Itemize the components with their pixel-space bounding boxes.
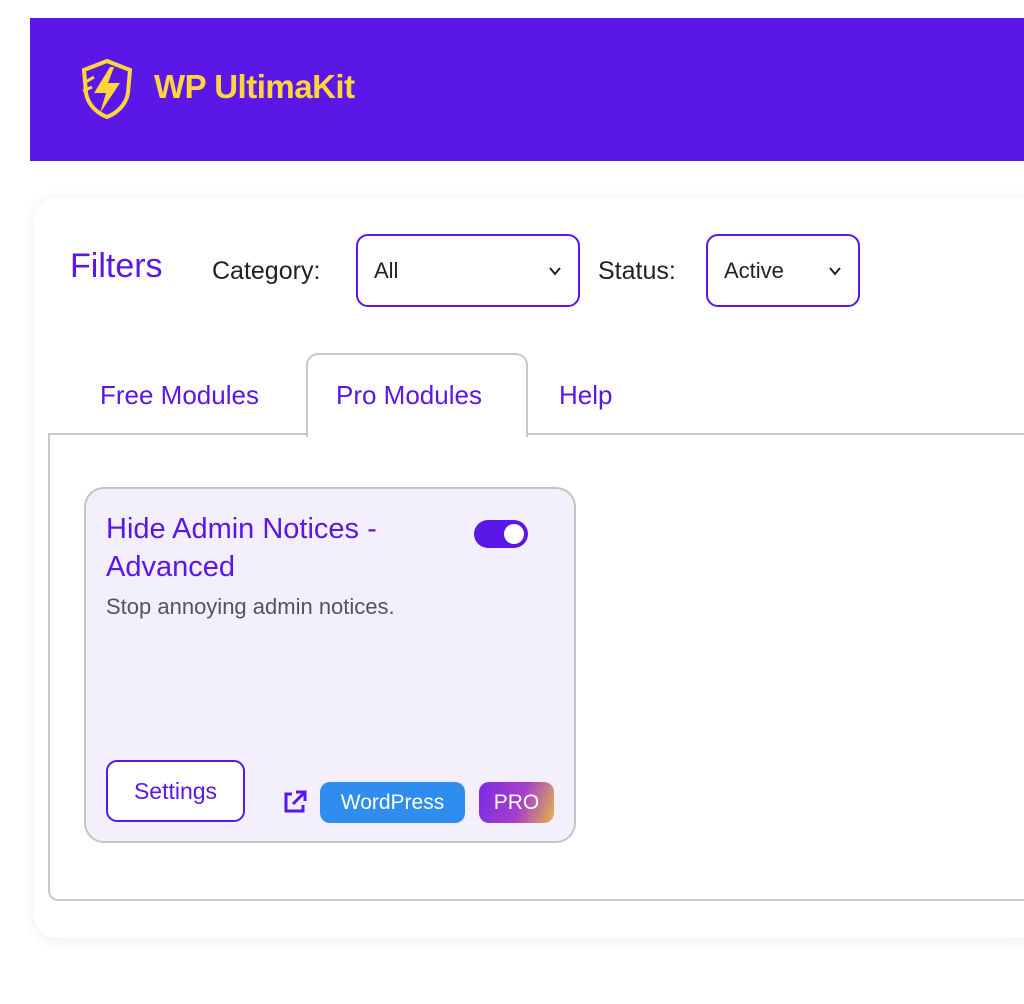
external-link-icon[interactable]: [282, 789, 308, 815]
module-enabled-toggle[interactable]: [474, 520, 528, 548]
category-select[interactable]: All: [356, 234, 580, 307]
module-settings-button[interactable]: Settings: [106, 760, 245, 822]
page: WP UltimaKit Filters Category: All Statu…: [0, 0, 1024, 1004]
status-select[interactable]: Active: [706, 234, 860, 307]
shield-bolt-logo-icon: [81, 59, 133, 119]
category-label: Category:: [212, 257, 321, 285]
chevron-down-icon: [549, 267, 561, 276]
tab-pro-modules[interactable]: Pro Modules: [336, 380, 482, 411]
module-description: Stop annoying admin notices.: [106, 594, 395, 619]
tag-badge-wordpress: WordPress: [320, 782, 465, 823]
chevron-down-icon: [829, 267, 841, 276]
status-select-value: Active: [724, 257, 784, 283]
app-header: WP UltimaKit: [30, 18, 1024, 161]
status-label: Status:: [598, 257, 676, 285]
filters-title: Filters: [70, 247, 163, 285]
brand-name: WP UltimaKit: [154, 68, 355, 105]
tab-help[interactable]: Help: [559, 380, 612, 411]
tab-free-modules[interactable]: Free Modules: [100, 380, 259, 411]
toggle-knob: [504, 524, 524, 544]
module-title: Hide Admin Notices - Advanced: [106, 513, 377, 583]
pro-badge: PRO: [479, 782, 554, 823]
category-select-value: All: [374, 257, 399, 283]
tab-divider: [48, 433, 1024, 435]
